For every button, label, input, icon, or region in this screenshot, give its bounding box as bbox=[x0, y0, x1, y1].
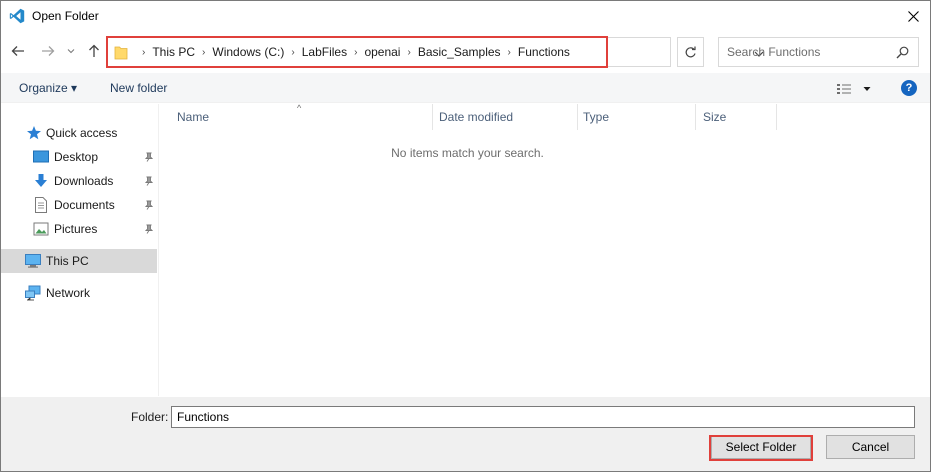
refresh-button[interactable] bbox=[677, 37, 704, 67]
close-icon bbox=[907, 10, 919, 22]
address-bar[interactable]: › This PC › Windows (C:) › LabFiles › openai › Ba… bbox=[106, 37, 764, 67]
forward-button[interactable] bbox=[39, 41, 57, 61]
column-header-label: Date modified bbox=[439, 110, 514, 124]
pin-icon bbox=[144, 152, 153, 162]
file-list: Name ^ Date modified Type Size No items … bbox=[159, 103, 930, 396]
folder-label: Folder: bbox=[131, 410, 169, 424]
folder-name-input[interactable] bbox=[171, 406, 915, 428]
column-header-name[interactable]: Name ^ bbox=[159, 103, 432, 130]
sidebar-item-label: Network bbox=[46, 286, 91, 300]
computer-icon bbox=[25, 254, 41, 268]
open-folder-dialog: Open Folder › This PC › Windows (C:) › L… bbox=[0, 0, 931, 472]
document-icon bbox=[35, 197, 47, 213]
help-button[interactable]: ? bbox=[901, 80, 917, 96]
breadcrumb-item[interactable]: Functions bbox=[518, 45, 570, 59]
breadcrumb-item[interactable]: Basic_Samples bbox=[418, 45, 501, 59]
column-header-date-modified[interactable]: Date modified bbox=[433, 104, 577, 130]
desktop-icon bbox=[33, 150, 49, 163]
column-header-type[interactable]: Type bbox=[578, 104, 695, 130]
sidebar-item-label: Documents bbox=[54, 198, 115, 212]
pin-icon bbox=[144, 200, 153, 210]
sidebar-item-label: Quick access bbox=[46, 126, 118, 140]
arrow-left-icon bbox=[11, 46, 24, 56]
breadcrumb-chevron-icon[interactable]: › bbox=[135, 47, 152, 58]
sidebar-item-label: This PC bbox=[46, 254, 89, 268]
sidebar-item-documents[interactable]: Documents bbox=[1, 193, 157, 217]
refresh-icon bbox=[685, 46, 696, 57]
sidebar-item-network[interactable]: Network bbox=[1, 281, 157, 305]
close-button[interactable] bbox=[896, 1, 930, 31]
title-bar: Open Folder bbox=[1, 1, 930, 32]
breadcrumb-chevron-icon[interactable]: › bbox=[195, 47, 212, 58]
up-button[interactable] bbox=[85, 41, 103, 61]
sort-ascending-icon: ^ bbox=[297, 103, 302, 113]
arrow-up-icon bbox=[89, 44, 99, 57]
sidebar-item-label: Downloads bbox=[54, 174, 114, 188]
pin-icon bbox=[144, 224, 153, 234]
vscode-icon bbox=[9, 8, 25, 24]
chevron-down-icon bbox=[67, 49, 75, 54]
details-view-icon bbox=[837, 83, 851, 94]
sidebar-item-quick-access[interactable]: Quick access bbox=[1, 121, 157, 145]
sidebar-item-downloads[interactable]: Downloads bbox=[1, 169, 157, 193]
sidebar-item-label: Desktop bbox=[54, 150, 99, 164]
search-icon bbox=[896, 46, 909, 59]
sidebar-item-label: Pictures bbox=[54, 222, 98, 236]
arrow-right-icon bbox=[42, 46, 55, 56]
sidebar-item-this-pc[interactable]: This PC bbox=[1, 249, 157, 273]
breadcrumb-chevron-icon[interactable]: › bbox=[400, 47, 417, 58]
breadcrumb-item[interactable]: LabFiles bbox=[302, 45, 347, 59]
organize-menu[interactable]: Organize ▾ bbox=[19, 81, 77, 95]
new-folder-button[interactable]: New folder bbox=[110, 81, 167, 95]
column-header-label: Size bbox=[703, 110, 727, 124]
search-box[interactable] bbox=[718, 37, 919, 67]
cancel-button[interactable]: Cancel bbox=[826, 435, 915, 459]
sidebar-item-desktop[interactable]: Desktop bbox=[1, 145, 157, 169]
breadcrumb-chevron-icon[interactable]: › bbox=[347, 47, 364, 58]
network-icon bbox=[25, 285, 41, 301]
search-input[interactable] bbox=[727, 44, 887, 60]
pin-icon bbox=[144, 176, 153, 186]
recent-locations-button[interactable] bbox=[64, 41, 78, 61]
sidebar-item-pictures[interactable]: Pictures bbox=[1, 217, 157, 241]
dialog-footer: Folder: Select Folder Cancel bbox=[1, 397, 930, 471]
select-folder-button[interactable]: Select Folder bbox=[711, 435, 811, 459]
change-view-button[interactable] bbox=[836, 81, 876, 96]
empty-message: No items match your search. bbox=[391, 146, 544, 160]
breadcrumb-item[interactable]: This PC bbox=[152, 45, 195, 59]
breadcrumb-chevron-icon[interactable]: › bbox=[284, 47, 301, 58]
download-icon bbox=[35, 174, 47, 187]
column-header-label: Name bbox=[177, 110, 210, 124]
pictures-icon bbox=[33, 222, 49, 236]
breadcrumb: › This PC › Windows (C:) › LabFiles › openai › Ba… bbox=[135, 38, 570, 66]
window-title: Open Folder bbox=[32, 9, 99, 23]
column-header-size[interactable]: Size bbox=[696, 104, 776, 130]
column-header-label: Type bbox=[583, 110, 610, 124]
star-icon bbox=[27, 126, 41, 140]
caret-down-icon bbox=[863, 86, 871, 91]
navigation-pane: Quick access Desktop Downloads Documents… bbox=[1, 104, 158, 396]
folder-icon bbox=[114, 46, 128, 60]
column-separator[interactable] bbox=[776, 104, 777, 130]
navigation-bar: › This PC › Windows (C:) › LabFiles › openai › Ba… bbox=[1, 34, 930, 70]
breadcrumb-chevron-icon[interactable]: › bbox=[501, 47, 518, 58]
command-bar: Organize ▾ New folder ? bbox=[1, 73, 930, 103]
back-button[interactable] bbox=[9, 41, 27, 61]
breadcrumb-item[interactable]: Windows (C:) bbox=[212, 45, 284, 59]
breadcrumb-item[interactable]: openai bbox=[364, 45, 400, 59]
